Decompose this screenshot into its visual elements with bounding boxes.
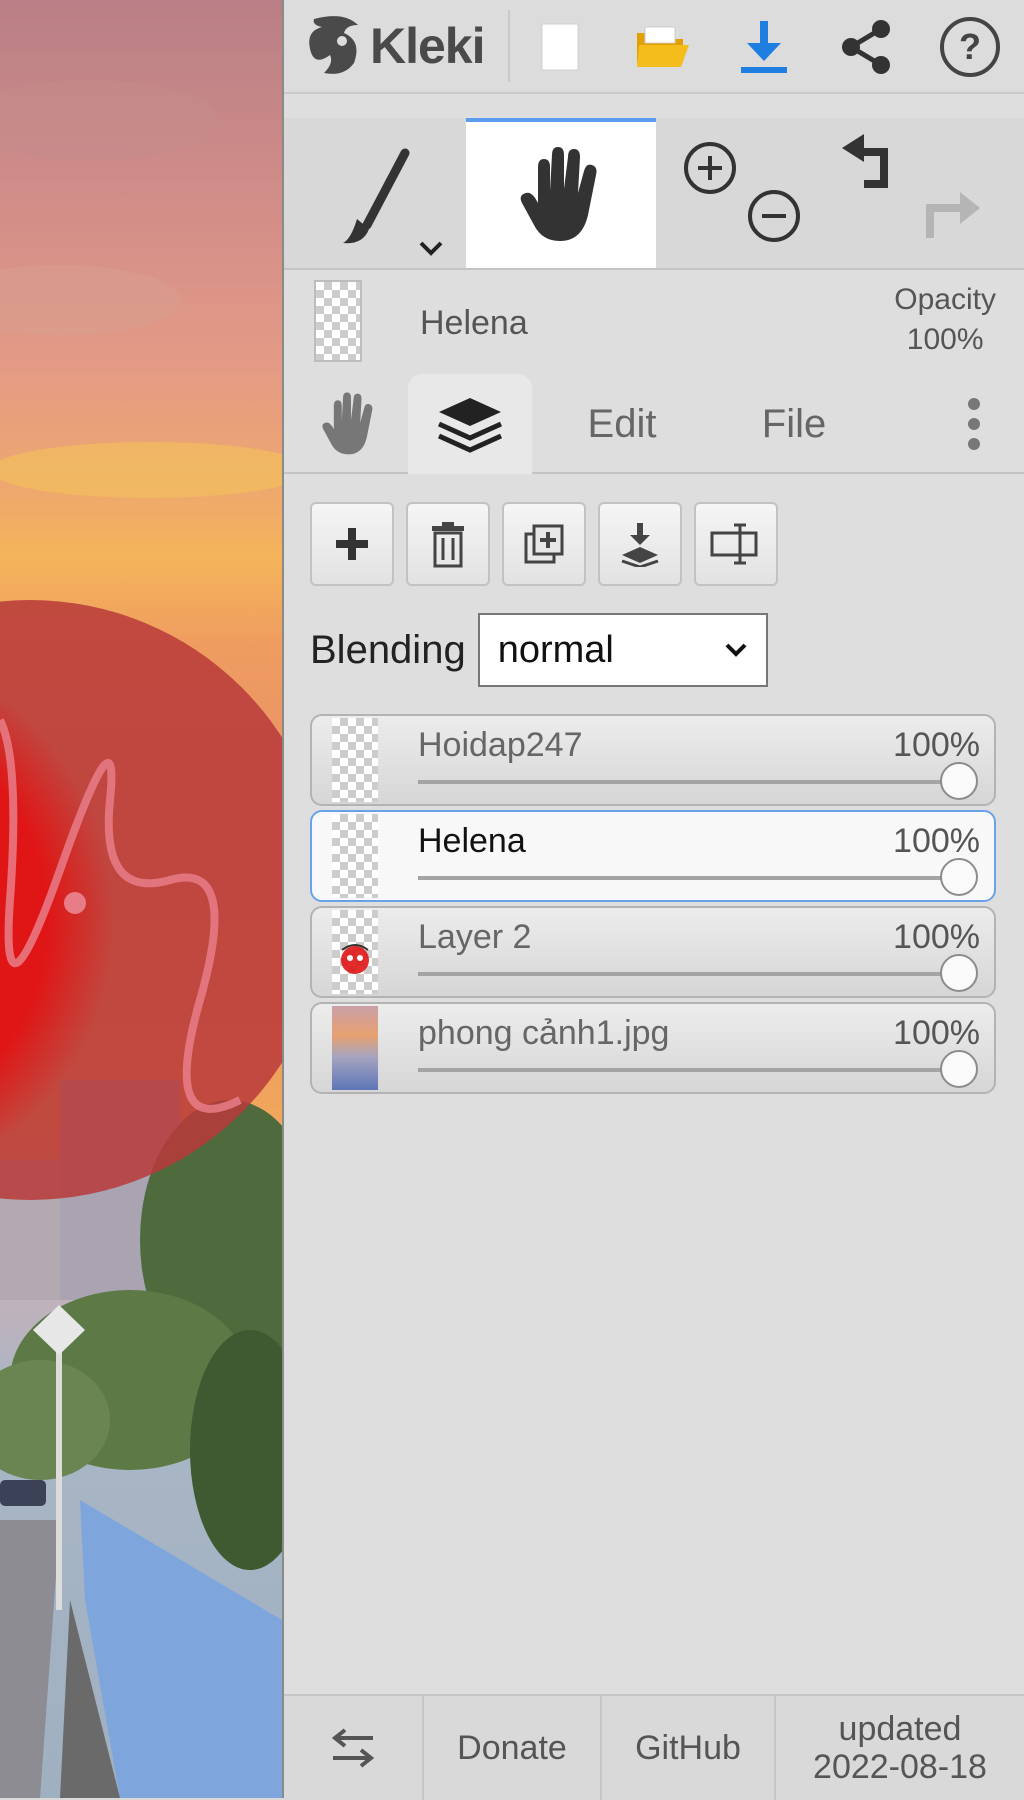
undo-icon [842,134,888,188]
layer-thumbnail [332,910,378,994]
current-layer-info: Helena Opacity 100% [284,272,1024,370]
kleki-logo-icon [309,16,358,74]
side-panel: Kleki ? Helena Opacity 100% Edit File Bl… [284,0,1024,1800]
opacity-value: 100% [906,323,984,356]
rename-layer-icon [710,523,758,565]
footer-bar: Donate GitHub updated 2022-08-18 [284,1694,1024,1800]
panel-tabs: Edit File [284,372,1024,474]
zoom-out-icon [748,190,800,242]
layer-opacity-slider[interactable] [418,780,968,784]
delete-layer-icon [432,522,464,568]
zoom-controls [656,118,824,268]
layer-opacity-slider-handle[interactable] [940,858,978,896]
updated-label: updated [838,1710,962,1748]
svg-text:?: ? [959,26,981,67]
top-bar: Kleki ? [284,0,1024,94]
layer-thumbnail [332,1006,378,1090]
blending-row: Blending normal [310,612,768,688]
layer-item-layer-2[interactable]: Layer 2 100% [310,906,996,998]
layer-opacity-slider-handle[interactable] [940,762,978,800]
updated-info[interactable]: updated 2022-08-18 [776,1696,1024,1800]
layer-item-hoidap247[interactable]: Hoidap247 100% [310,714,996,806]
open-folder-icon[interactable] [630,16,694,78]
help-icon[interactable]: ? [938,16,1002,78]
add-layer-icon [336,528,368,560]
blending-value: normal [497,628,614,671]
swap-arrows-icon [331,1728,375,1768]
brush-icon [343,148,443,256]
new-image-icon[interactable] [528,16,592,78]
layer-name: Helena [418,822,526,860]
add-layer-button[interactable] [310,502,394,586]
layer-opacity-slider-handle[interactable] [940,1050,978,1088]
opacity-label: Opacity [894,283,996,316]
layer-opacity-slider[interactable] [418,876,968,880]
merge-down-button[interactable] [598,502,682,586]
tab-layers[interactable] [408,374,532,474]
rename-layer-button[interactable] [694,502,778,586]
layer-opacity-slider-handle[interactable] [940,954,978,992]
chevron-down-icon [725,643,747,657]
layer-opacity-slider[interactable] [418,1068,968,1072]
toolbar-separator [508,10,510,82]
layer-opacity-slider[interactable] [418,972,968,976]
layer-thumbnail [332,718,378,802]
tab-edit[interactable]: Edit [552,376,692,472]
zoom-in-icon [684,142,736,194]
redo-icon [926,192,980,238]
merge-down-icon [621,523,659,567]
more-options-icon[interactable] [944,376,1004,472]
share-icon[interactable] [834,16,898,78]
updated-date: 2022-08-18 [813,1748,987,1786]
tab-hand[interactable] [308,376,390,472]
layer-opacity: 100% [893,726,980,764]
layer-name: Hoidap247 [418,726,583,764]
layer-opacity: 100% [893,918,980,956]
blending-label: Blending [310,627,466,672]
kleki-logo[interactable]: Kleki [304,8,486,84]
drawing-canvas[interactable] [0,0,282,1798]
download-icon[interactable] [732,16,796,78]
delete-layer-button[interactable] [406,502,490,586]
github-link[interactable]: GitHub [602,1696,774,1800]
brush-tool[interactable] [284,118,466,268]
layer-opacity: 100% [893,1014,980,1052]
layer-item-phong-canh1[interactable]: phong cảnh1.jpg 100% [310,1002,996,1094]
undo-redo-controls [824,118,1024,268]
tool-row [284,118,1024,270]
layer-thumbnail [332,814,378,898]
blending-select[interactable]: normal [477,613,768,687]
current-layer-name: Helena [420,304,528,342]
layer-name: Layer 2 [418,918,532,956]
opacity-display[interactable]: Opacity 100% [894,280,996,360]
chevron-down-icon [419,241,443,256]
duplicate-layer-button[interactable] [502,502,586,586]
hand-icon [322,392,373,455]
layer-opacity: 100% [893,822,980,860]
app-title: Kleki [370,18,486,74]
layers-icon [437,398,503,453]
donate-link[interactable]: Donate [424,1696,600,1800]
tab-file[interactable]: File [724,376,864,472]
current-layer-thumbnail [314,280,362,362]
hand-icon [520,147,597,241]
canvas-artwork [0,80,282,1798]
layer-name: phong cảnh1.jpg [418,1014,670,1052]
swap-panel-button[interactable] [284,1696,422,1800]
layer-item-helena[interactable]: Helena 100% [310,810,996,902]
duplicate-layer-icon [524,524,564,564]
hand-tool[interactable] [466,118,656,268]
